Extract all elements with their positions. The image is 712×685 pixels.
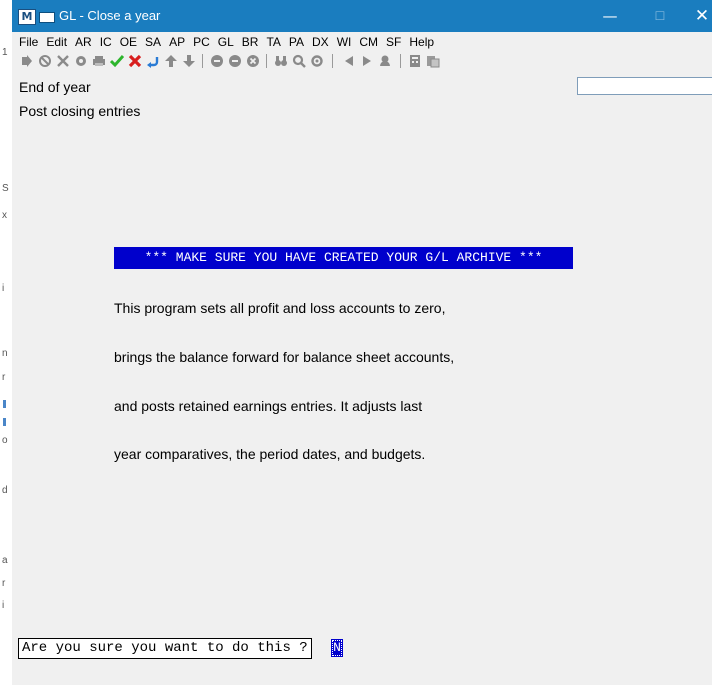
cancel-icon[interactable] <box>128 54 142 68</box>
strip-mark <box>3 418 6 426</box>
menu-ar[interactable]: AR <box>75 34 92 51</box>
no-icon[interactable] <box>38 54 52 68</box>
toolbar-separator <box>332 54 333 68</box>
gl-close-year-window: M GL - Close a year — ☐ ✕ File Edit AR IC OE… <box>12 0 712 685</box>
toolbar-separator <box>266 54 267 68</box>
up-arrow-icon[interactable] <box>164 54 178 68</box>
app-logo-icon[interactable]: M <box>18 9 36 25</box>
menu-help[interactable]: Help <box>409 34 434 51</box>
toolbar-separator <box>202 54 203 68</box>
clipboard-icon[interactable] <box>426 54 440 68</box>
strip-glyph: o <box>2 435 8 446</box>
strip-mark <box>3 400 6 408</box>
forward-icon[interactable] <box>20 54 34 68</box>
screen-heading: End of year <box>19 79 91 95</box>
strip-glyph: i <box>2 600 5 611</box>
prev-icon[interactable] <box>342 54 356 68</box>
menu-pc[interactable]: PC <box>193 34 210 51</box>
program-screen: End of year Post closing entries *** MAK… <box>12 72 712 685</box>
description-line: This program sets all profit and loss ac… <box>114 300 446 316</box>
minimize-button[interactable]: — <box>590 0 630 32</box>
menu-cm[interactable]: CM <box>359 34 378 51</box>
refresh-icon[interactable] <box>310 54 324 68</box>
toolbar <box>20 52 620 70</box>
archive-warning-banner: *** MAKE SURE YOU HAVE CREATED YOUR G/L … <box>114 247 573 269</box>
circle-2-icon[interactable] <box>228 54 242 68</box>
strip-glyph: n <box>2 348 8 359</box>
menu-file[interactable]: File <box>19 34 38 51</box>
calculator-icon[interactable] <box>408 54 422 68</box>
description-line: brings the balance forward for balance s… <box>114 349 455 365</box>
window-menu-icon[interactable] <box>39 12 55 23</box>
binoculars-icon[interactable] <box>274 54 288 68</box>
strip-glyph: r <box>2 372 6 383</box>
description-line: and posts retained earnings entries. It … <box>114 398 423 414</box>
stop-icon[interactable] <box>378 54 392 68</box>
circle-x-icon[interactable] <box>246 54 260 68</box>
menu-sf[interactable]: SF <box>386 34 401 51</box>
strip-glyph: d <box>2 485 8 496</box>
menu-pa[interactable]: PA <box>289 34 304 51</box>
menu-dx[interactable]: DX <box>312 34 329 51</box>
menu-bar: File Edit AR IC OE SA AP PC GL BR TA PA DX WI CM SF Help <box>12 33 712 50</box>
menu-wi[interactable]: WI <box>337 34 352 51</box>
print-icon[interactable] <box>92 54 106 68</box>
confirm-prompt: Are you sure you want to do this ? <box>18 638 312 659</box>
menu-edit[interactable]: Edit <box>46 34 67 51</box>
strip-glyph: i <box>2 283 5 294</box>
maximize-button[interactable]: ☐ <box>640 0 680 32</box>
screen-subheading: Post closing entries <box>19 103 141 119</box>
menu-oe[interactable]: OE <box>120 34 137 51</box>
strip-glyph: 1 <box>2 47 8 58</box>
settings-icon[interactable] <box>74 54 88 68</box>
menu-br[interactable]: BR <box>242 34 259 51</box>
magnifier-icon[interactable] <box>292 54 306 68</box>
window-title: GL - Close a year <box>59 8 161 23</box>
title-bar[interactable]: M GL - Close a year — ☐ ✕ <box>12 0 712 32</box>
toolbar-separator <box>400 54 401 68</box>
strip-glyph: a <box>2 555 8 566</box>
description-line: year comparatives, the period dates, and… <box>114 446 426 462</box>
strip-glyph: x <box>2 210 7 221</box>
menu-ic[interactable]: IC <box>100 34 112 51</box>
menu-ap[interactable]: AP <box>169 34 185 51</box>
menu-sa[interactable]: SA <box>145 34 161 51</box>
tools-icon[interactable] <box>56 54 70 68</box>
undo-icon[interactable] <box>146 54 160 68</box>
strip-glyph: r <box>2 578 6 589</box>
play-icon[interactable] <box>360 54 374 68</box>
menu-ta[interactable]: TA <box>266 34 280 51</box>
strip-glyph: S <box>2 183 9 194</box>
check-icon[interactable] <box>110 54 124 68</box>
close-button[interactable]: ✕ <box>682 0 712 32</box>
confirm-answer-field[interactable]: N <box>331 639 343 657</box>
down-arrow-icon[interactable] <box>182 54 196 68</box>
circle-1-icon[interactable] <box>210 54 224 68</box>
menu-gl[interactable]: GL <box>218 34 234 51</box>
